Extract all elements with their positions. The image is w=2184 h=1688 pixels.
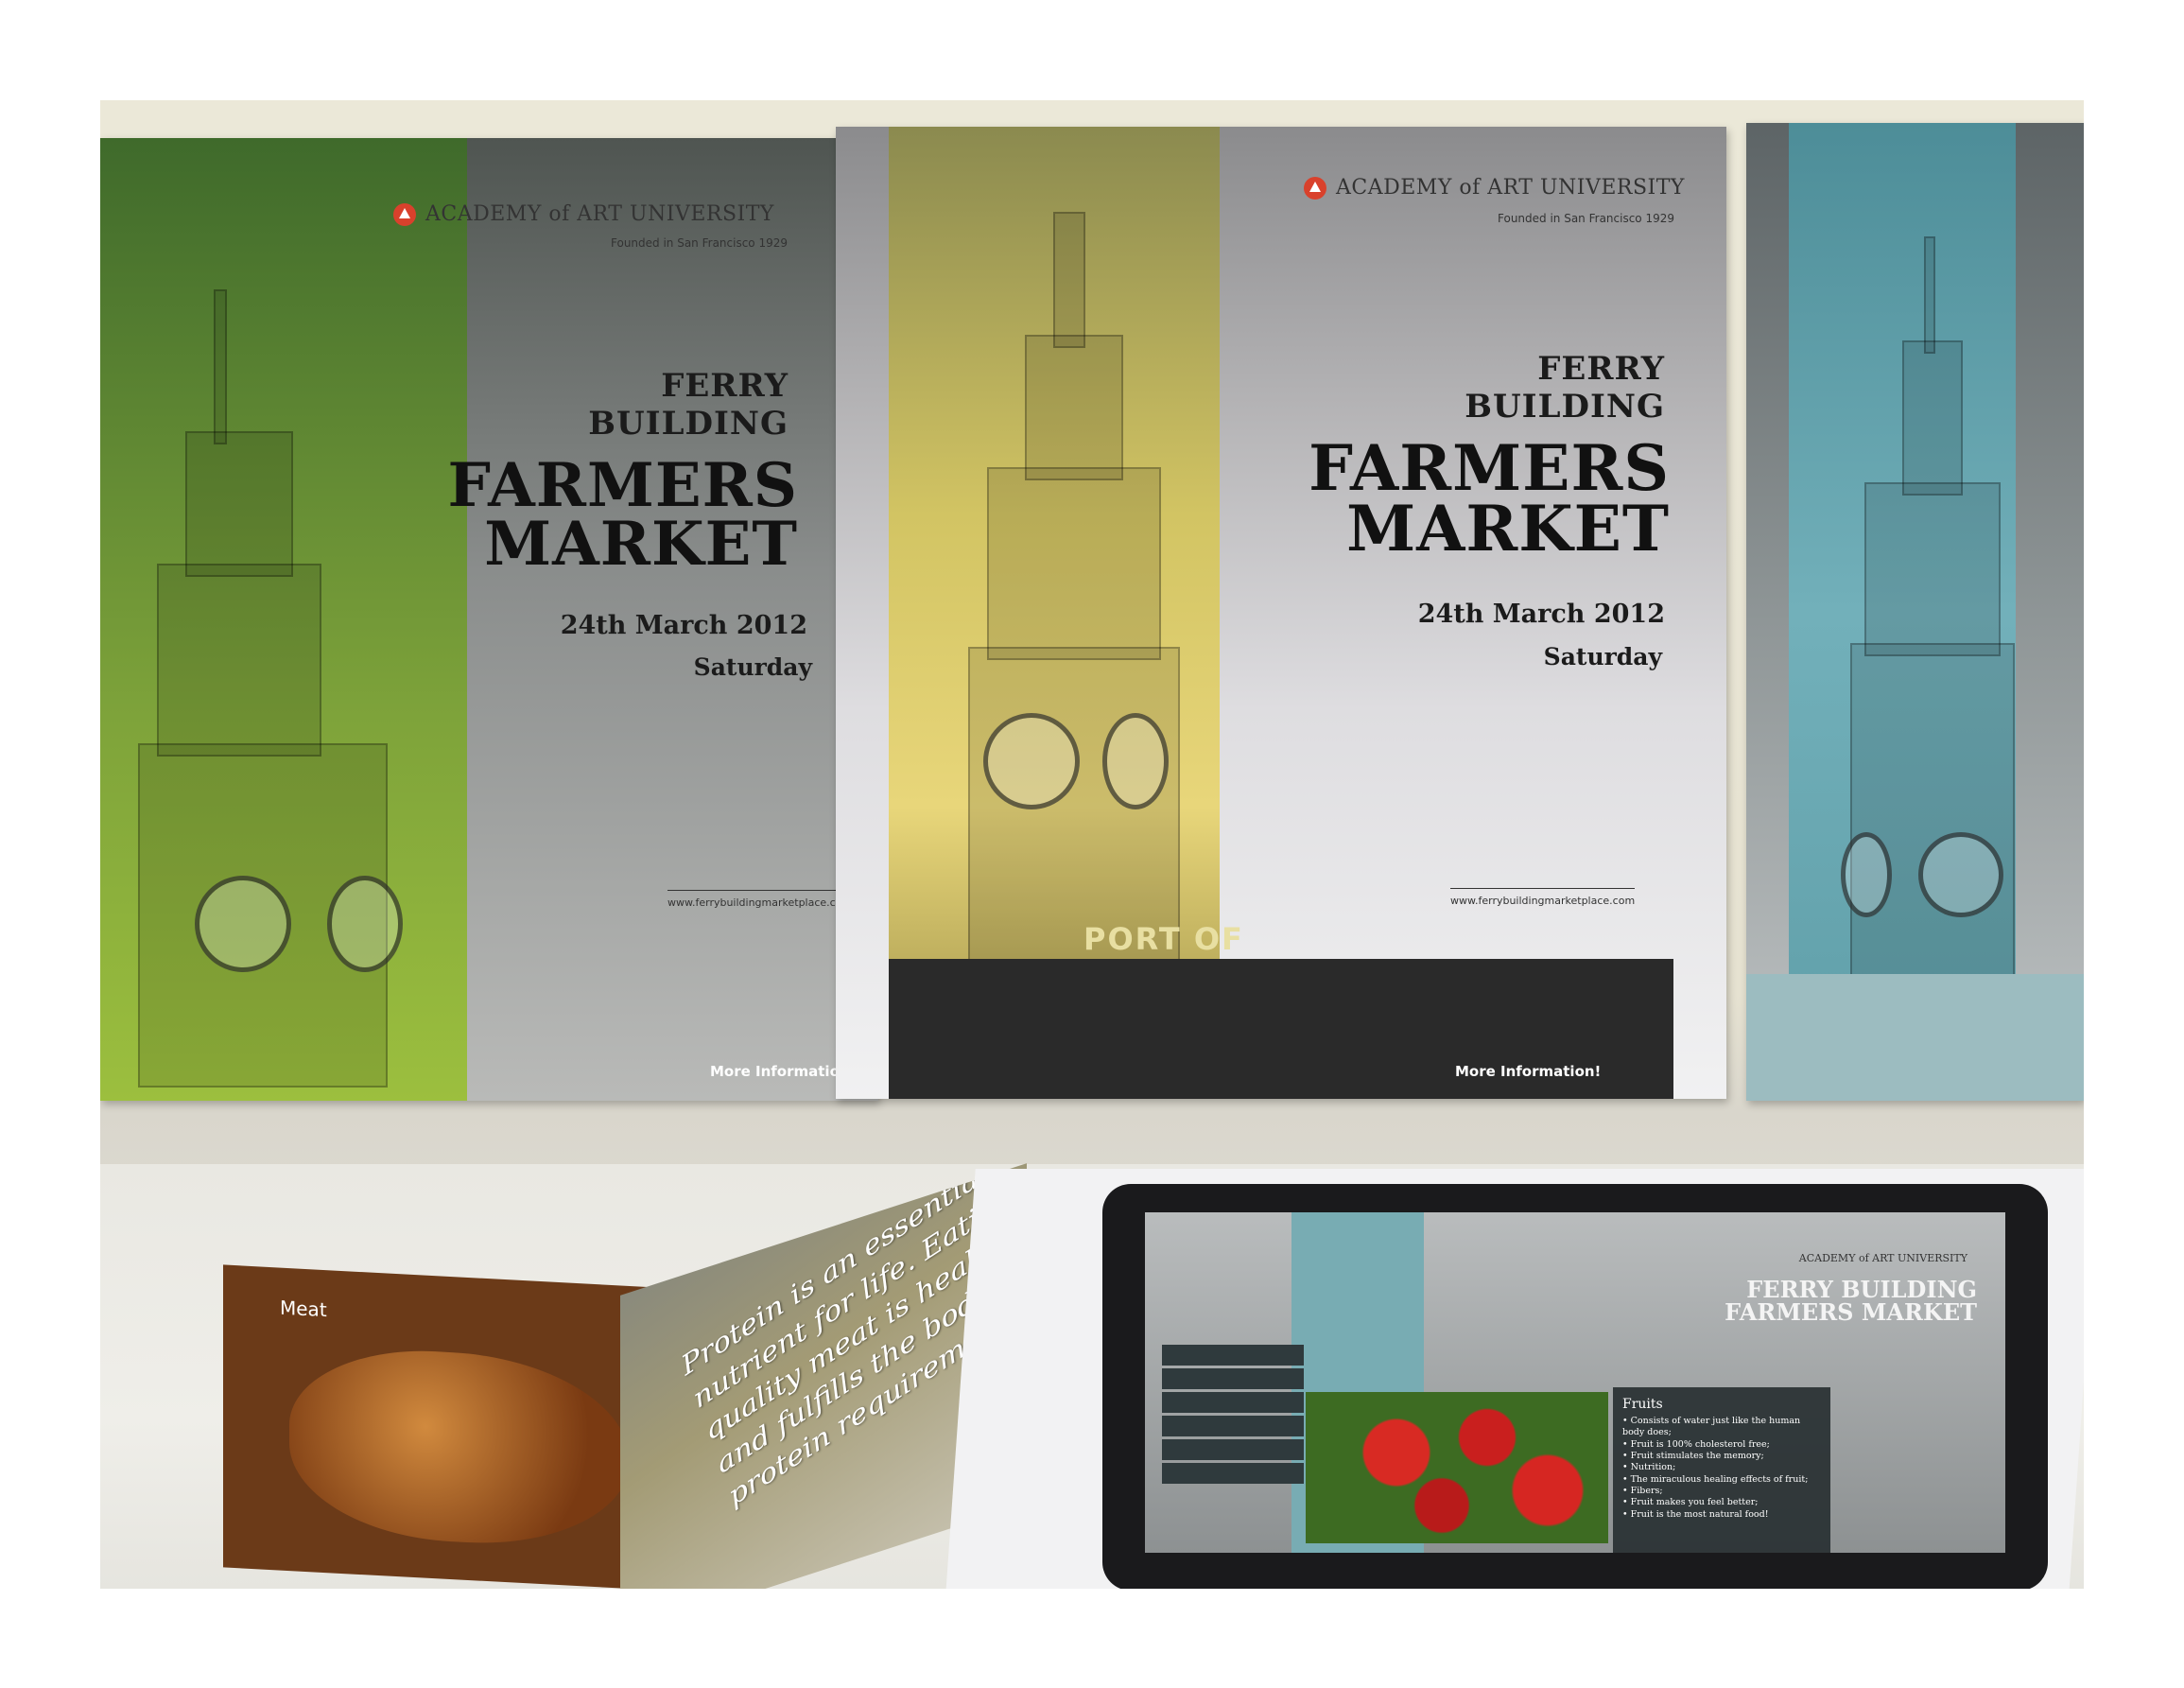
screen-nav-item[interactable]	[1162, 1345, 1304, 1366]
fruits-list-item: • Fruit makes you feel better;	[1622, 1497, 1759, 1508]
screen-title-line2: FARMERS MARKET	[1725, 1298, 1977, 1326]
port-of-sign: PORT OF	[1083, 921, 1244, 957]
ferry-building-facade	[1746, 974, 2084, 1101]
website-screen: ACADEMY of ART UNIVERSITY FERRY BUILDING…	[1145, 1212, 2005, 1553]
logo-text: ACADEMY of ART UNIVERSITY	[1336, 176, 1685, 200]
more-information-link: More Information!	[710, 1063, 857, 1080]
university-logo-icon	[393, 202, 416, 226]
logo-subtitle: Founded in San Francisco 1929	[1498, 212, 1675, 225]
fruits-list-item: • Fruit stimulates the memory;	[1622, 1451, 1764, 1462]
title-farmers: FARMERS	[1309, 431, 1670, 505]
clock-tower-image	[1812, 236, 2049, 1101]
booklet-left-page: Meat	[223, 1264, 677, 1589]
logo-text: ACADEMY of ART UNIVERSITY	[425, 202, 774, 226]
title-market: MARKET	[1346, 492, 1670, 566]
fruits-list: • Consists of water just like the human …	[1622, 1416, 1821, 1521]
title-ferry: FERRY	[661, 367, 789, 405]
clock-tower-image	[129, 289, 441, 1088]
meat-photo	[289, 1344, 630, 1551]
strawberries-photo	[1306, 1392, 1608, 1543]
website-url: www.ferrybuildingmarketplace.com	[667, 890, 853, 909]
screen-nav-item[interactable]	[1162, 1392, 1304, 1413]
poster-teal	[1746, 123, 2084, 1101]
screen-university-logo: ACADEMY of ART UNIVERSITY	[1798, 1252, 1967, 1264]
title-farmers: FARMERS	[447, 450, 798, 521]
screen-nav-item[interactable]	[1162, 1463, 1304, 1484]
event-day: Saturday	[693, 653, 812, 681]
event-day: Saturday	[1543, 643, 1662, 670]
university-logo: ACADEMY of ART UNIVERSITY	[393, 202, 774, 226]
title-market: MARKET	[484, 509, 798, 580]
open-booklet: Meat Protein is an essential nutrient fo…	[223, 1163, 1036, 1589]
fruits-list-item: • The miraculous healing effects of frui…	[1622, 1473, 1809, 1485]
university-logo: ACADEMY of ART UNIVERSITY	[1304, 176, 1685, 200]
website-url: www.ferrybuildingmarketplace.com	[1450, 888, 1636, 907]
event-date: 24th March 2012	[1417, 600, 1665, 629]
screen-nav	[1162, 1345, 1304, 1487]
photo: ACADEMY of ART UNIVERSITY Founded in San…	[100, 100, 2084, 1589]
fruits-list-item: • Nutrition;	[1622, 1462, 1676, 1473]
logo-subtitle: Founded in San Francisco 1929	[611, 236, 789, 250]
title-building: BUILDING	[588, 405, 789, 443]
fruits-panel: Fruits • Consists of water just like the…	[1613, 1387, 1830, 1553]
title-building: BUILDING	[1465, 388, 1665, 426]
poster-yellow: PORT OF ACADEMY of ART UNIVERSITY Founde…	[836, 127, 1726, 1099]
tablet-mockup: ACADEMY of ART UNIVERSITY FERRY BUILDING…	[1102, 1184, 2048, 1589]
fruits-list-item: • Consists of water just like the human …	[1622, 1416, 1801, 1438]
fruits-list-item: • Fruit is 100% cholesterol free;	[1622, 1438, 1770, 1450]
screen-nav-item[interactable]	[1162, 1416, 1304, 1436]
more-information-link: More Information!	[1455, 1063, 1602, 1080]
section-label: Meat	[280, 1296, 327, 1322]
event-date: 24th March 2012	[560, 611, 807, 640]
poster-green: ACADEMY of ART UNIVERSITY Founded in San…	[100, 138, 878, 1101]
screen-title: FERRY BUILDING FARMERS MARKET	[1725, 1279, 1977, 1324]
title-ferry: FERRY	[1537, 350, 1665, 388]
clock-tower-image	[949, 212, 1195, 972]
fruits-list-item: • Fibers;	[1622, 1486, 1663, 1497]
university-logo-icon	[1304, 176, 1326, 200]
screen-nav-item[interactable]	[1162, 1439, 1304, 1460]
fruits-panel-title: Fruits	[1622, 1397, 1663, 1412]
screen-nav-item[interactable]	[1162, 1368, 1304, 1389]
fruits-list-item: • Fruit is the most natural food!	[1622, 1508, 1769, 1520]
